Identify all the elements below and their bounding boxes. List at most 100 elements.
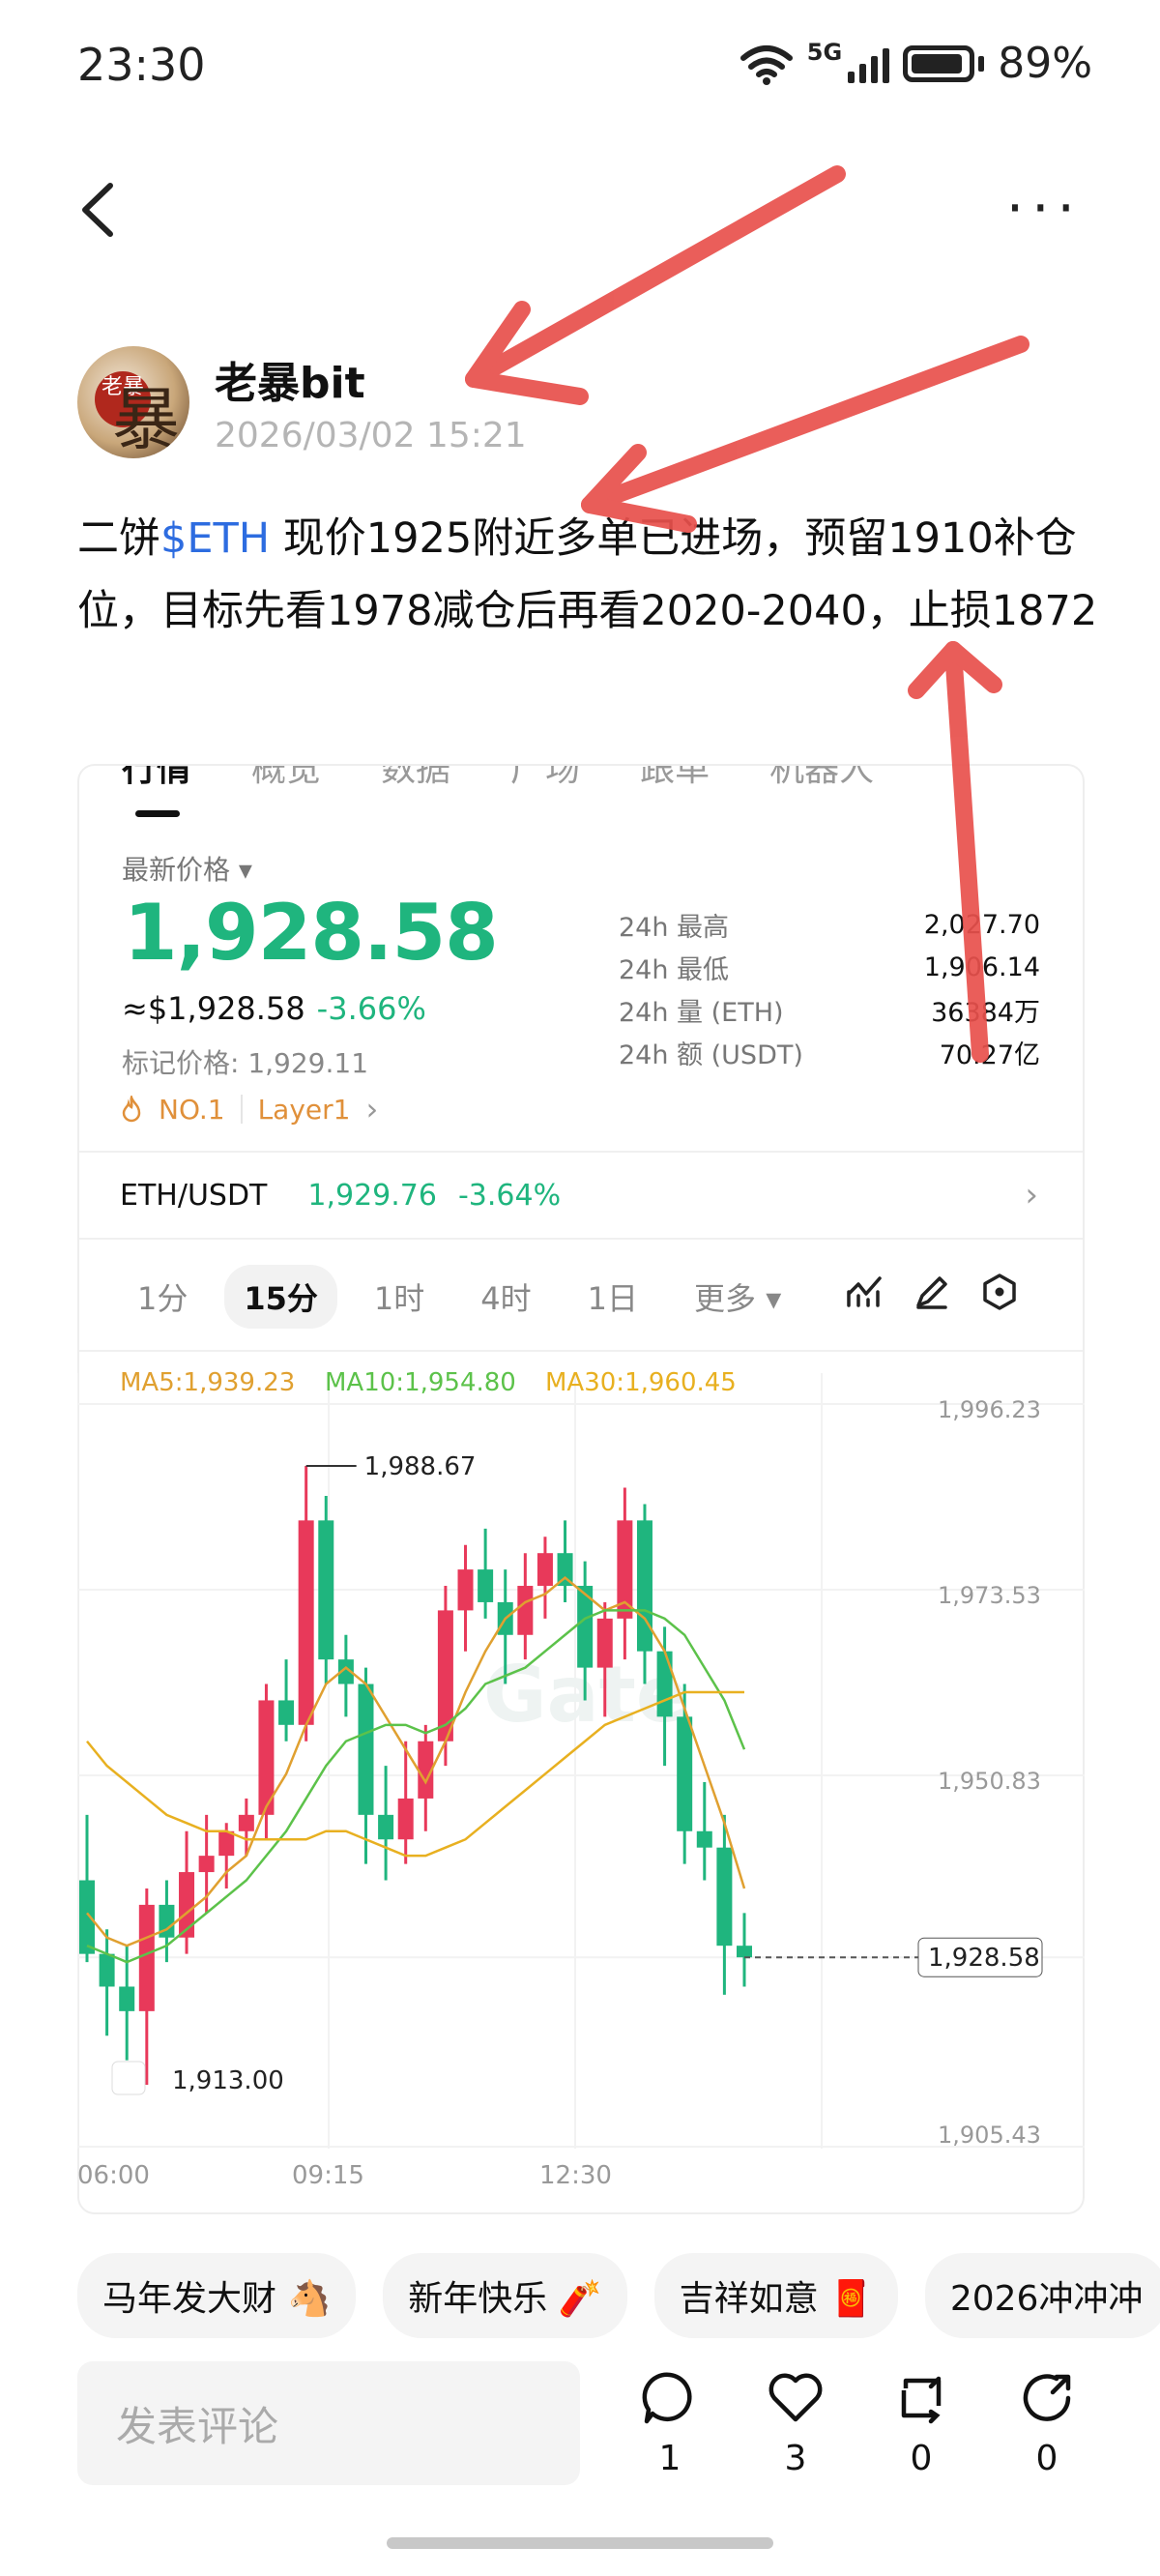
candle-body (378, 1814, 394, 1840)
stat-row: 24h 额 (USDT) 70.27亿 (619, 1031, 1040, 1073)
candle-body (179, 1872, 195, 1938)
like-count: 3 (784, 2439, 807, 2478)
tab-copytrade[interactable]: 跟单 (640, 766, 710, 799)
ticker-tag-link[interactable]: $ETH (160, 514, 270, 563)
divider (79, 1350, 1083, 1352)
candle-body (218, 1830, 235, 1857)
draw-pen-icon[interactable] (913, 1273, 951, 1311)
candle-body (358, 1683, 374, 1815)
latest-price: 1,928.58 (124, 888, 499, 978)
post-body: 二饼$ETH 现价1925附近多单已进场，预留1910补仓位，目标先看1978减… (77, 503, 1102, 648)
status-time: 23:30 (77, 39, 206, 91)
y-tick-label: 1,996.23 (938, 1396, 1041, 1423)
wifi-icon (740, 44, 793, 85)
candle-body (677, 1716, 693, 1831)
category-badge: Layer1 (257, 1093, 351, 1126)
settings-hex-icon[interactable] (980, 1273, 1019, 1311)
topic-chips: 马年发大财 🐴 新年快乐 🧨 吉祥如意 🧧 2026冲冲冲 (77, 2253, 1160, 2338)
candle-body (696, 1830, 712, 1848)
price-change: -3.66% (316, 990, 426, 1027)
interval-1d[interactable]: 1日 (568, 1265, 657, 1329)
post-time: 2026/03/02 15:21 (215, 416, 527, 455)
action-bar: 1 3 0 0 (638, 2369, 1079, 2478)
stat-label: 24h 最高 (619, 912, 730, 943)
stat-value: 2,027.70 (923, 909, 1040, 940)
chart-tools (845, 1273, 1019, 1311)
stat-value: 1,906.14 (923, 951, 1040, 982)
topic-chip[interactable]: 吉祥如意 🧧 (653, 2253, 898, 2338)
stat-row: 24h 最高 2,027.70 (619, 903, 1040, 946)
comment-count: 1 (658, 2439, 682, 2478)
avatar[interactable]: 老暴 暴 (77, 346, 189, 458)
topic-chip[interactable]: 马年发大财 🐴 (77, 2253, 357, 2338)
tab-data[interactable]: 数据 (381, 766, 450, 799)
candlestick-chart[interactable]: GateMA5:1,939.23 MA10:1,954.80 MA30:1,960.… (77, 1354, 1085, 2205)
pair-price: 1,929.76 (307, 1178, 437, 1213)
ma-label: MA5:1,939.23 (120, 1368, 295, 1397)
share-count: 0 (1035, 2439, 1058, 2478)
interval-more[interactable]: 更多 ▾ (675, 1265, 800, 1329)
chevron-right-icon: › (365, 1091, 379, 1127)
tab-overview[interactable]: 概览 (251, 766, 321, 799)
pair-change: -3.64% (457, 1178, 562, 1213)
candle-body (517, 1586, 534, 1635)
high-price-label: 1,988.67 (364, 1452, 477, 1481)
candle-body (238, 1814, 254, 1831)
candle-body (397, 1798, 414, 1840)
divider (79, 1238, 1083, 1240)
interval-1h[interactable]: 1时 (355, 1265, 444, 1329)
share-icon (1023, 2374, 1071, 2421)
comment-button[interactable]: 1 (638, 2369, 702, 2478)
stats-table: 24h 最高 2,027.70 24h 最低 1,906.14 24h 量 (ETH… (619, 903, 1040, 1073)
annotation-arrow (581, 336, 1030, 533)
pair-row[interactable]: ETH/USDT 1,929.76 -3.64% › (120, 1176, 1038, 1215)
like-button[interactable]: 3 (764, 2369, 827, 2478)
candle-body (278, 1700, 295, 1725)
candle-body (596, 1618, 613, 1668)
stat-value: 36384万 (931, 997, 1040, 1028)
indicator-icon[interactable] (845, 1273, 884, 1311)
rank-badge: NO.1 (159, 1093, 225, 1126)
candle-body (298, 1520, 314, 1725)
repost-icon (901, 2376, 942, 2424)
pair-name: ETH/USDT (120, 1178, 268, 1213)
tab-square[interactable]: 广场 (510, 766, 580, 799)
comment-icon (642, 2372, 692, 2424)
repost-button[interactable]: 0 (889, 2369, 953, 2478)
comment-input[interactable]: 发表评论 (77, 2361, 580, 2485)
post-prefix: 二饼 (77, 514, 160, 563)
latest-price-label[interactable]: 最新价格 ▾ (122, 849, 252, 888)
candle-body (457, 1569, 474, 1611)
signal-icon (848, 44, 890, 83)
card-tabs: 行情 概览 数据 广场 跟单 机器人 (79, 766, 1083, 799)
more-options-icon[interactable]: ··· (1006, 180, 1083, 236)
author-name[interactable]: 老暴bit (215, 348, 365, 410)
ma-label: MA10:1,954.80 (325, 1368, 516, 1397)
candle-body (119, 1986, 135, 2011)
interval-selector: 1分 15分 1时 4时 1日 更多 ▾ (118, 1265, 800, 1329)
stat-row: 24h 量 (ETH) 36384万 (619, 988, 1040, 1031)
candle-body (656, 1651, 673, 1717)
network-label: 5G (806, 39, 843, 66)
mark-price: 标记价格: 1,929.11 (122, 1047, 369, 1079)
candle-body (636, 1520, 652, 1652)
flame-icon (122, 1096, 141, 1123)
candle-body (99, 1953, 115, 1987)
badge-row[interactable]: NO.1 Layer1 › (120, 1091, 378, 1127)
interval-15m[interactable]: 15分 (224, 1265, 337, 1329)
interval-4h[interactable]: 4时 (461, 1265, 550, 1329)
topic-chip[interactable]: 新年快乐 🧨 (383, 2253, 627, 2338)
chevron-right-icon: › (1025, 1176, 1038, 1215)
tab-bot[interactable]: 机器人 (769, 766, 874, 799)
battery-nub (978, 55, 985, 72)
badge-separator (240, 1095, 243, 1124)
stat-label: 24h 最低 (619, 954, 730, 985)
battery-icon (903, 44, 975, 82)
share-button[interactable]: 0 (1015, 2369, 1079, 2478)
tab-market[interactable]: 行情 (122, 766, 191, 799)
interval-1m[interactable]: 1分 (118, 1265, 207, 1329)
topic-chip[interactable]: 2026冲冲冲 (924, 2253, 1160, 2338)
last-price-value: 1,928.58 (928, 1944, 1040, 1973)
stat-label: 24h 量 (ETH) (619, 997, 784, 1028)
back-icon[interactable] (70, 176, 128, 244)
